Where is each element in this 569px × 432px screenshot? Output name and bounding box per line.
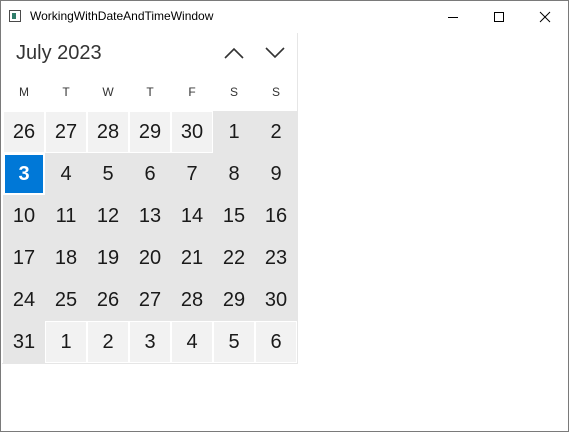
close-button[interactable] [522,1,568,32]
day-cell[interactable]: 10 [3,195,45,237]
weekday-label: T [62,85,70,99]
day-cell[interactable]: 11 [45,195,87,237]
app-window: WorkingWithDateAndTimeWindow July 2023 M… [0,0,569,432]
day-cell[interactable]: 13 [129,195,171,237]
calendar-view: July 2023 M T W T F S S 26 27 28 29 30 1 2 3 4 5 6… [2,33,298,364]
day-grid: 26 27 28 29 30 1 2 3 4 5 6 7 8 9 10 11 12 13 14 15 16 17 18 19 2… [3,111,297,363]
month-year-button[interactable]: July 2023 [16,42,102,65]
day-cell[interactable]: 27 [45,111,87,153]
day-cell[interactable]: 6 [129,153,171,195]
day-cell[interactable]: 4 [45,153,87,195]
day-cell[interactable]: 4 [171,321,213,363]
weekday-label: M [19,85,29,99]
day-cell[interactable]: 26 [87,279,129,321]
close-icon [539,11,551,22]
day-cell[interactable]: 29 [213,279,255,321]
day-cell[interactable]: 18 [45,237,87,279]
day-cell[interactable]: 17 [3,237,45,279]
weekday-label: S [229,85,238,99]
weekday-label: F [188,85,196,99]
day-cell[interactable]: 19 [87,237,129,279]
day-cell[interactable]: 7 [171,153,213,195]
day-cell[interactable]: 8 [213,153,255,195]
day-cell[interactable]: 25 [45,279,87,321]
day-cell[interactable]: 5 [87,153,129,195]
previous-month-button[interactable] [217,38,251,68]
day-cell[interactable]: 23 [255,237,297,279]
day-cell[interactable]: 12 [87,195,129,237]
weekday-label: W [102,85,114,99]
day-cell-today[interactable]: 3 [3,153,45,195]
day-cell[interactable]: 9 [255,153,297,195]
day-cell[interactable]: 28 [171,279,213,321]
weekday-label: S [271,85,280,99]
minimize-button[interactable] [430,1,476,32]
day-cell[interactable]: 30 [171,111,213,153]
weekday-header-row: M T W T F S S [3,85,297,101]
title-bar[interactable]: WorkingWithDateAndTimeWindow [1,1,568,32]
weekday-label: T [146,85,154,99]
day-cell[interactable]: 24 [3,279,45,321]
minimize-icon [448,16,458,18]
day-cell[interactable]: 15 [213,195,255,237]
day-cell[interactable]: 14 [171,195,213,237]
day-cell[interactable]: 21 [171,237,213,279]
day-cell[interactable]: 2 [255,111,297,153]
calendar-header: July 2023 [2,33,298,73]
day-cell[interactable]: 1 [45,321,87,363]
maximize-icon [494,11,504,22]
app-icon[interactable] [9,10,21,22]
next-month-button[interactable] [258,38,292,68]
day-cell[interactable]: 6 [255,321,297,363]
day-cell[interactable]: 2 [87,321,129,363]
day-cell[interactable]: 1 [213,111,255,153]
day-cell[interactable]: 26 [3,111,45,153]
maximize-button[interactable] [476,1,522,32]
chevron-up-icon [224,47,244,59]
chevron-down-icon [265,47,285,59]
day-cell[interactable]: 27 [129,279,171,321]
day-cell[interactable]: 22 [213,237,255,279]
day-cell[interactable]: 3 [129,321,171,363]
window-title: WorkingWithDateAndTimeWindow [30,9,214,23]
day-cell[interactable]: 5 [213,321,255,363]
day-cell[interactable]: 20 [129,237,171,279]
day-cell[interactable]: 28 [87,111,129,153]
day-cell[interactable]: 29 [129,111,171,153]
day-cell[interactable]: 16 [255,195,297,237]
day-cell[interactable]: 31 [3,321,45,363]
day-cell[interactable]: 30 [255,279,297,321]
